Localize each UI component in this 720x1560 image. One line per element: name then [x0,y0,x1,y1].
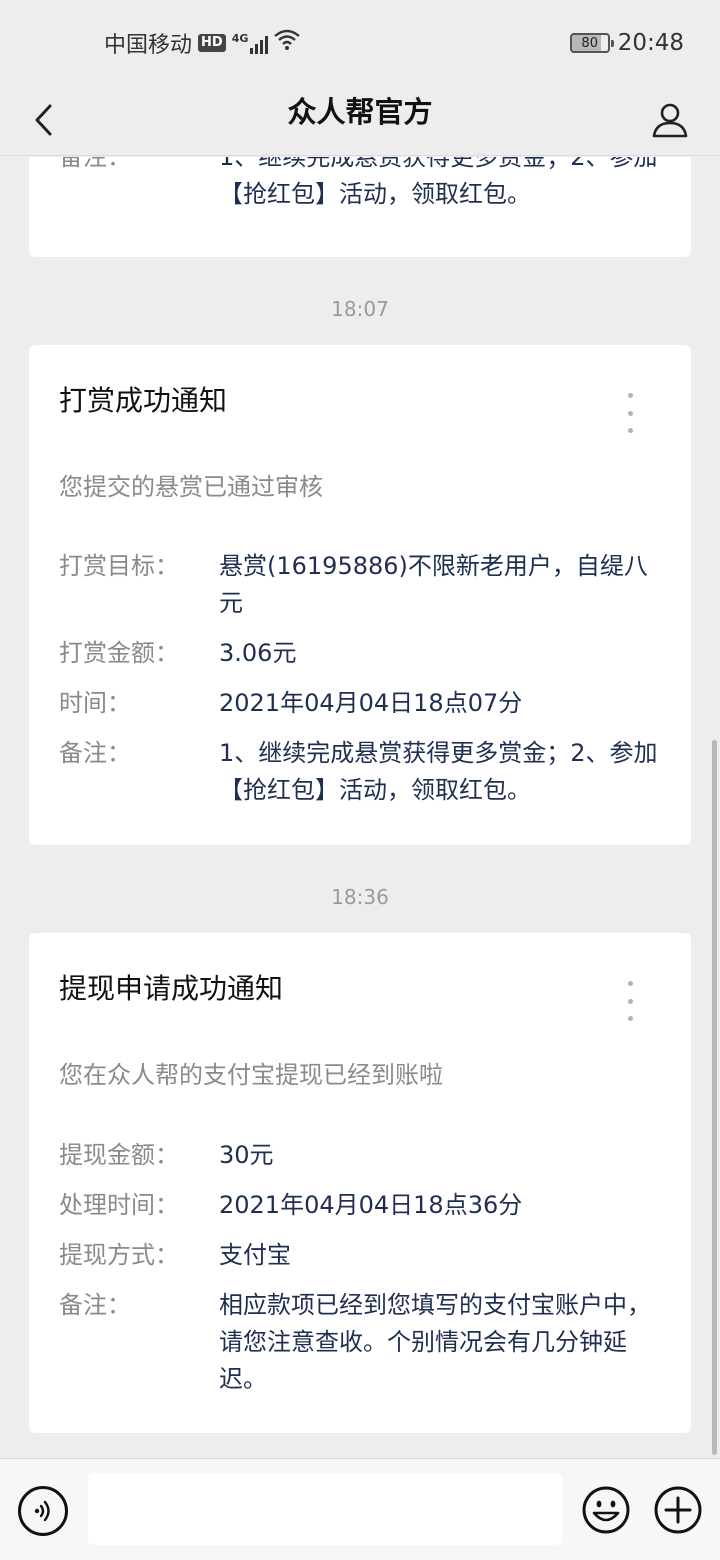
row-value: 支付宝 [219,1241,291,1269]
input-bar [0,1458,720,1560]
plus-button[interactable] [652,1484,704,1536]
status-left: 中国移动 HD 4G [104,28,301,58]
message-input[interactable] [88,1473,562,1545]
clock: 20:48 [617,30,684,56]
plus-icon [654,1486,702,1534]
more-vertical-icon[interactable] [617,393,643,433]
voice-icon [34,1500,50,1522]
message-list[interactable]: 备注： 1、继续完成悬赏获得更多赏金；2、参加【抢红包】活动，领取红包。 18:… [0,157,720,1457]
row-label: 处理时间： [59,1191,179,1219]
row-label: 备注： [59,739,131,767]
card-row: 备注： 1、继续完成悬赏获得更多赏金；2、参加【抢红包】活动，领取红包。 [59,735,669,809]
card-title: 提现申请成功通知 [59,972,284,1005]
emoji-button[interactable] [580,1484,632,1536]
card-subtitle: 您在众人帮的支付宝提现已经到账啦 [59,1061,443,1089]
nav-bar: 众人帮官方 [0,84,720,156]
emoji-icon [582,1486,630,1534]
scrollbar[interactable] [712,740,717,1455]
row-label: 备注： [59,1291,131,1319]
card-row: 处理时间： 2021年04月04日18点36分 [59,1187,669,1224]
row-value: 1、继续完成悬赏获得更多赏金；2、参加【抢红包】活动，领取红包。 [219,157,658,208]
network-signal-icon: 4G [232,32,269,54]
message-card[interactable]: 提现申请成功通知 您在众人帮的支付宝提现已经到账啦 提现金额： 30元 处理时间… [29,933,691,1433]
row-label: 时间： [59,689,131,717]
row-value: 2021年04月04日18点07分 [219,689,523,717]
card-row: 备注： 相应款项已经到您填写的支付宝账户中，请您注意查收。个别情况会有几分钟延迟… [59,1287,669,1398]
card-row: 时间： 2021年04月04日18点07分 [59,685,669,722]
hd-badge: HD [198,34,226,52]
carrier-name: 中国移动 [104,33,193,58]
message-timestamp: 18:36 [331,885,389,909]
status-right: 80 20:48 [569,28,684,58]
wifi-icon [274,29,301,57]
message-card[interactable]: 备注： 1、继续完成悬赏获得更多赏金；2、参加【抢红包】活动，领取红包。 [29,157,691,257]
card-row: 备注： 1、继续完成悬赏获得更多赏金；2、参加【抢红包】活动，领取红包。 [59,157,669,213]
battery-level: 80 [581,35,598,51]
page-title: 众人帮官方 [287,95,433,129]
message-card[interactable]: 打赏成功通知 您提交的悬赏已通过审核 打赏目标： 悬赏(16195886)不限新… [29,345,691,845]
card-row: 提现金额： 30元 [59,1137,669,1174]
card-row: 打赏目标： 悬赏(16195886)不限新老用户，自缇八元 [59,548,669,622]
card-row: 提现方式： 支付宝 [59,1237,669,1274]
back-button[interactable] [16,92,72,148]
row-value: 30元 [219,1141,274,1169]
row-label: 备注： [59,157,131,171]
row-label: 打赏目标： [59,552,179,580]
status-bar: 中国移动 HD 4G 80 20:48 [0,0,720,84]
row-value: 相应款项已经到您填写的支付宝账户中，请您注意查收。个别情况会有几分钟延迟。 [219,1291,651,1393]
row-label: 提现金额： [59,1141,179,1169]
more-vertical-icon[interactable] [617,981,643,1021]
row-label: 提现方式： [59,1241,179,1269]
network-type: 4G [231,32,249,45]
user-profile-button[interactable] [642,92,698,148]
back-arrow-icon [35,104,52,136]
card-title: 打赏成功通知 [59,384,228,417]
row-label: 打赏金额： [59,639,179,667]
row-value: 3.06元 [219,639,297,667]
row-value: 悬赏(16195886)不限新老用户，自缇八元 [219,552,648,617]
user-profile-icon [652,103,688,138]
battery-icon: 80 [569,33,614,53]
card-row: 打赏金额： 3.06元 [59,635,669,672]
row-value: 2021年04月04日18点36分 [219,1191,523,1219]
voice-button[interactable] [18,1486,68,1536]
card-subtitle: 您提交的悬赏已通过审核 [59,473,323,501]
message-timestamp: 18:07 [331,297,389,321]
row-value: 1、继续完成悬赏获得更多赏金；2、参加【抢红包】活动，领取红包。 [219,739,658,804]
